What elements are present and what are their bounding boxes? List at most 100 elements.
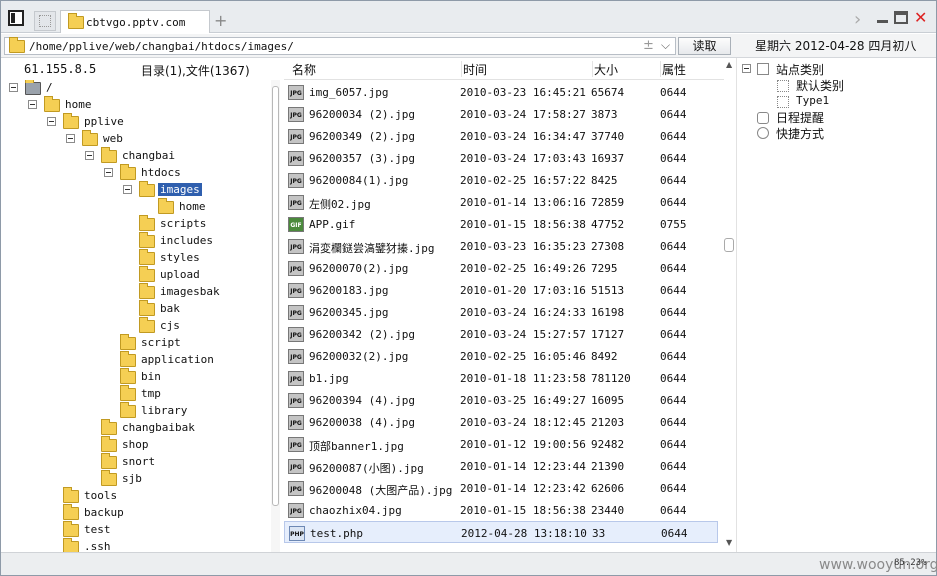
file-row[interactable]: JPG 96200342 (2).jpg 2010-03-24 15:27:57 17… [284,323,718,345]
file-attr: 0644 [660,482,687,495]
folder-icon [63,504,79,520]
file-row[interactable]: JPG 96200070(2).jpg 2010-02-25 16:49:26 729… [284,257,718,279]
file-name: 96200357 (3).jpg [309,152,415,165]
col-size[interactable]: 大小 [594,61,661,77]
file-row[interactable]: JPG 96200394 (4).jpg 2010-03-25 16:49:27 16… [284,389,718,411]
maximize-icon[interactable] [894,11,908,24]
site-categories[interactable]: 站点类别 [776,61,824,78]
file-row[interactable]: JPG img_6057.jpg 2010-03-23 16:45:21 65674 0… [284,81,718,103]
file-name: img_6057.jpg [309,86,389,99]
tab-active[interactable]: cbtvgo.pptv.com [60,10,210,33]
folder-icon [139,249,155,265]
collapse-toggle-icon[interactable] [47,117,56,126]
file-name: 96200183.jpg [309,284,389,297]
file-row[interactable]: PHP test.php 2012-04-28 13:18:10 33 0644 [284,521,718,543]
file-list-scrollbar[interactable]: ▲ ▼ [724,58,735,552]
collapse-toggle-icon[interactable] [9,83,18,92]
path-input[interactable] [29,40,629,53]
file-row[interactable]: JPG chaozhix04.jpg 2010-01-15 18:56:38 2344… [284,499,718,521]
category-icon [777,80,789,92]
file-name: 96200070(2).jpg [309,262,409,275]
col-attr[interactable]: 属性 [662,61,718,77]
file-row[interactable]: JPG 96200034 (2).jpg 2010-03-24 17:58:27 38… [284,103,718,125]
folder-icon [139,317,155,333]
file-row[interactable]: JPG 左侧02.jpg 2010-01-14 13:06:16 72859 0644 [284,191,718,213]
folder-icon [120,164,136,180]
file-row[interactable]: JPG 96200349 (2).jpg 2010-03-24 16:34:47 37… [284,125,718,147]
type1-category[interactable]: Type1 [796,94,829,107]
inactive-tab[interactable] [34,11,56,31]
file-name: 96200032(2).jpg [309,350,409,363]
jpg-file-icon: JPG [288,195,304,210]
file-attr: 0644 [660,328,687,341]
folder-icon [63,487,79,503]
app-menu-icon[interactable] [8,10,24,26]
file-row[interactable]: JPG 顶部banner1.jpg 2010-01-12 19:00:56 92482… [284,433,718,455]
file-row[interactable]: JPG 96200048 (大图产品).jpg 2010-01-14 12:23:4… [284,477,718,499]
file-size: 33 [592,527,606,540]
file-size: 21203 [591,416,625,429]
file-name: b1.jpg [309,372,349,385]
tree-node-label: home [179,200,206,213]
file-row[interactable]: JPG 96200183.jpg 2010-01-20 17:03:16 51513 0… [284,279,718,301]
minimize-icon[interactable] [875,10,891,26]
read-button[interactable]: 读取 [678,37,731,55]
close-icon[interactable]: ✕ [914,8,930,27]
col-time[interactable]: 时间 [463,61,593,77]
folder-icon [9,37,25,53]
collapse-toggle-icon[interactable] [123,185,132,194]
file-name: 涓変欄鎹尝滈鐾犲搸.jpg [309,242,435,255]
file-time: 2010-02-25 16:57:22 [460,174,586,187]
file-row[interactable]: JPG 96200345.jpg 2010-03-24 16:24:33 16198 0… [284,301,718,323]
file-row[interactable]: JPG 96200357 (3).jpg 2010-03-24 17:03:43 16… [284,147,718,169]
collapse-toggle-icon[interactable] [85,151,94,160]
file-row[interactable]: JPG 96200038 (4).jpg 2010-03-24 18:12:45 21… [284,411,718,433]
folder-icon [139,181,155,197]
clock-icon [757,112,769,124]
scroll-up-icon[interactable]: ▲ [726,60,732,69]
file-attr: 0644 [660,306,687,319]
file-attr: 0644 [660,152,687,165]
scroll-thumb[interactable] [724,238,734,252]
jpg-file-icon: JPG [288,415,304,430]
file-row[interactable]: JPG 96200084(1).jpg 2010-02-25 16:57:22 842… [284,169,718,191]
file-row[interactable]: GIF APP.gif 2010-01-15 18:56:38 47752 0755 [284,213,718,235]
folder-icon [68,13,84,29]
tree-scrollbar[interactable] [271,80,280,552]
file-attr: 0644 [660,240,687,253]
tree-node-label: styles [160,251,200,264]
chevron-right-icon[interactable]: › [854,9,861,30]
chevron-down-icon[interactable]: ⌵ [661,38,670,53]
file-row[interactable]: JPG b1.jpg 2010-01-18 11:23:58 781120 0644 [284,367,718,389]
collapse-toggle-icon[interactable] [28,100,37,109]
file-row[interactable]: JPG 96200032(2).jpg 2010-02-25 16:05:46 849… [284,345,718,367]
collapse-toggle-icon[interactable] [104,168,113,177]
col-name[interactable]: 名称 [292,61,462,77]
tree-node-label: pplive [84,115,124,128]
scroll-thumb[interactable] [272,86,279,506]
folder-icon [139,266,155,282]
tab-title: cbtvgo.pptv.com [86,16,186,29]
file-time: 2012-04-28 13:18:10 [461,527,587,540]
shortcuts[interactable]: 快捷方式 [776,125,824,142]
folder-icon [63,538,79,552]
scroll-down-icon[interactable]: ▼ [726,538,732,547]
collapse-toggle-icon[interactable] [66,134,75,143]
collapse-toggle-icon[interactable] [742,64,751,73]
directory-tree: / home pplive web changbai htdocs images home sc… [1,80,271,552]
file-attr: 0755 [660,218,687,231]
file-time: 2010-03-25 16:49:27 [460,394,586,407]
folder-icon [120,334,136,350]
file-attr: 0644 [660,130,687,143]
tree-node-label: imagesbak [160,285,220,298]
schedule-reminder[interactable]: 日程提醒 [776,109,824,126]
file-size: 37740 [591,130,625,143]
new-tab-plus-icon[interactable]: + [214,11,227,30]
plus-minus-icon[interactable]: ± [643,38,654,53]
default-category[interactable]: 默认类别 [796,77,844,94]
file-row[interactable]: JPG 96200087(小图).jpg 2010-01-14 12:23:44 21… [284,455,718,477]
file-name: APP.gif [309,218,356,231]
tree-node-label: images [158,183,202,196]
file-row[interactable]: JPG 涓変欄鎹尝滈鐾犲搸.jpg 2010-03-23 16:35:23 27308… [284,235,718,257]
folder-icon [139,283,155,299]
